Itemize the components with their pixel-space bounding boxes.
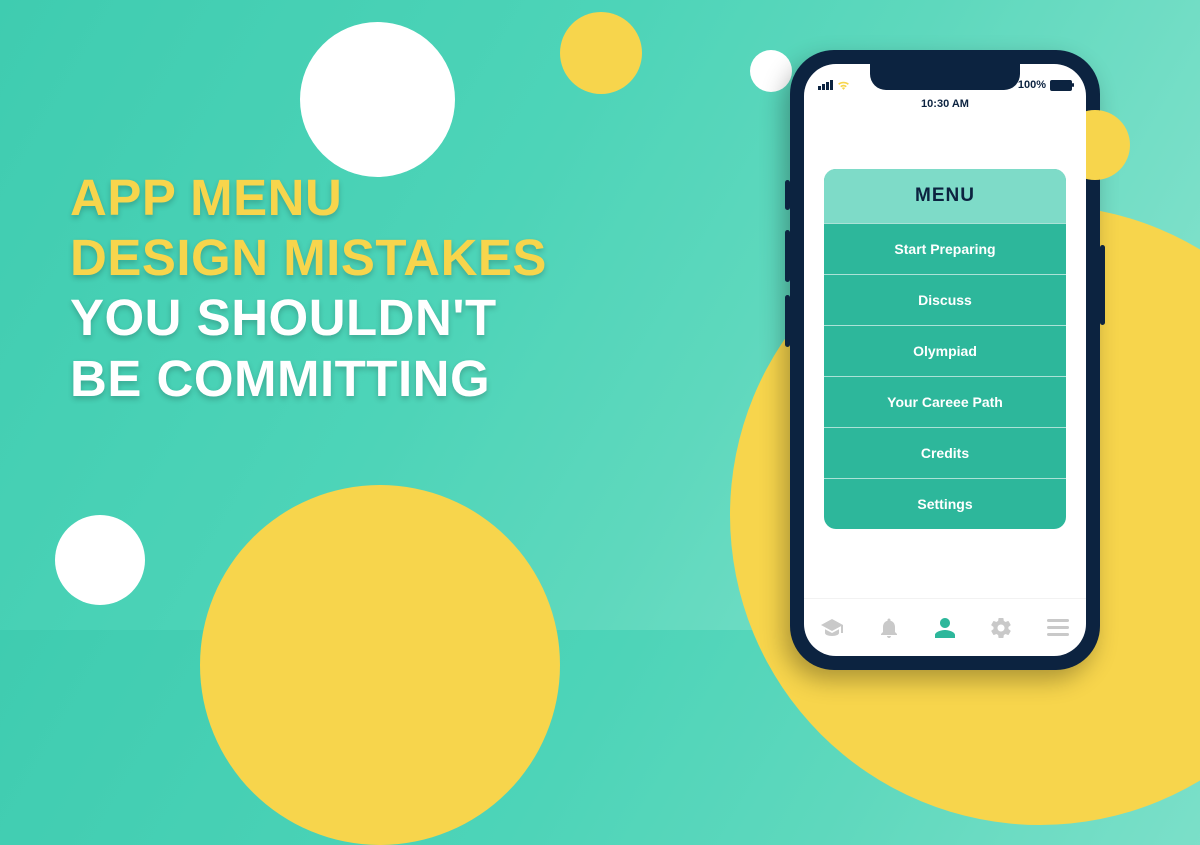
headline-line-3: YOU SHOULDN'T <box>70 288 547 348</box>
decoration-circle <box>750 50 792 92</box>
decoration-circle <box>55 515 145 605</box>
bottom-nav <box>804 598 1086 656</box>
menu-title: MENU <box>824 169 1066 223</box>
status-left <box>818 80 850 90</box>
headline-line-1: APP MENU <box>70 168 547 228</box>
headline: APP MENU DESIGN MISTAKES YOU SHOULDN'T B… <box>70 168 547 409</box>
decoration-circle <box>300 22 455 177</box>
phone-volume-up <box>785 230 790 282</box>
menu-item-olympiad[interactable]: Olympiad <box>824 325 1066 376</box>
headline-line-4: BE COMMITTING <box>70 349 547 409</box>
menu-panel: MENU Start Preparing Discuss Olympiad Yo… <box>824 169 1066 529</box>
wifi-icon <box>837 80 850 90</box>
phone-power-button <box>1100 245 1105 325</box>
phone-mockup: 10:30 AM 100% MENU Start Preparing Discu… <box>790 50 1100 670</box>
phone-silent-switch <box>785 180 790 210</box>
menu-item-start-preparing[interactable]: Start Preparing <box>824 223 1066 274</box>
status-right: 100% <box>1018 79 1072 91</box>
menu-item-credits[interactable]: Credits <box>824 427 1066 478</box>
nav-notifications-icon[interactable] <box>877 616 901 640</box>
status-time: 10:30 AM <box>921 98 969 110</box>
headline-line-2: DESIGN MISTAKES <box>70 228 547 288</box>
nav-education-icon[interactable] <box>820 616 844 640</box>
battery-icon <box>1050 80 1072 91</box>
menu-item-discuss[interactable]: Discuss <box>824 274 1066 325</box>
nav-settings-icon[interactable] <box>989 616 1013 640</box>
cellular-signal-icon <box>818 80 833 90</box>
battery-percent: 100% <box>1018 79 1046 91</box>
menu-item-settings[interactable]: Settings <box>824 478 1066 529</box>
phone-screen: 10:30 AM 100% MENU Start Preparing Discu… <box>804 64 1086 656</box>
phone-notch <box>870 64 1020 90</box>
nav-profile-icon[interactable] <box>933 616 957 640</box>
decoration-circle <box>200 485 560 845</box>
menu-item-career-path[interactable]: Your Careee Path <box>824 376 1066 427</box>
phone-volume-down <box>785 295 790 347</box>
nav-menu-icon[interactable] <box>1046 616 1070 640</box>
decoration-circle <box>560 12 642 94</box>
